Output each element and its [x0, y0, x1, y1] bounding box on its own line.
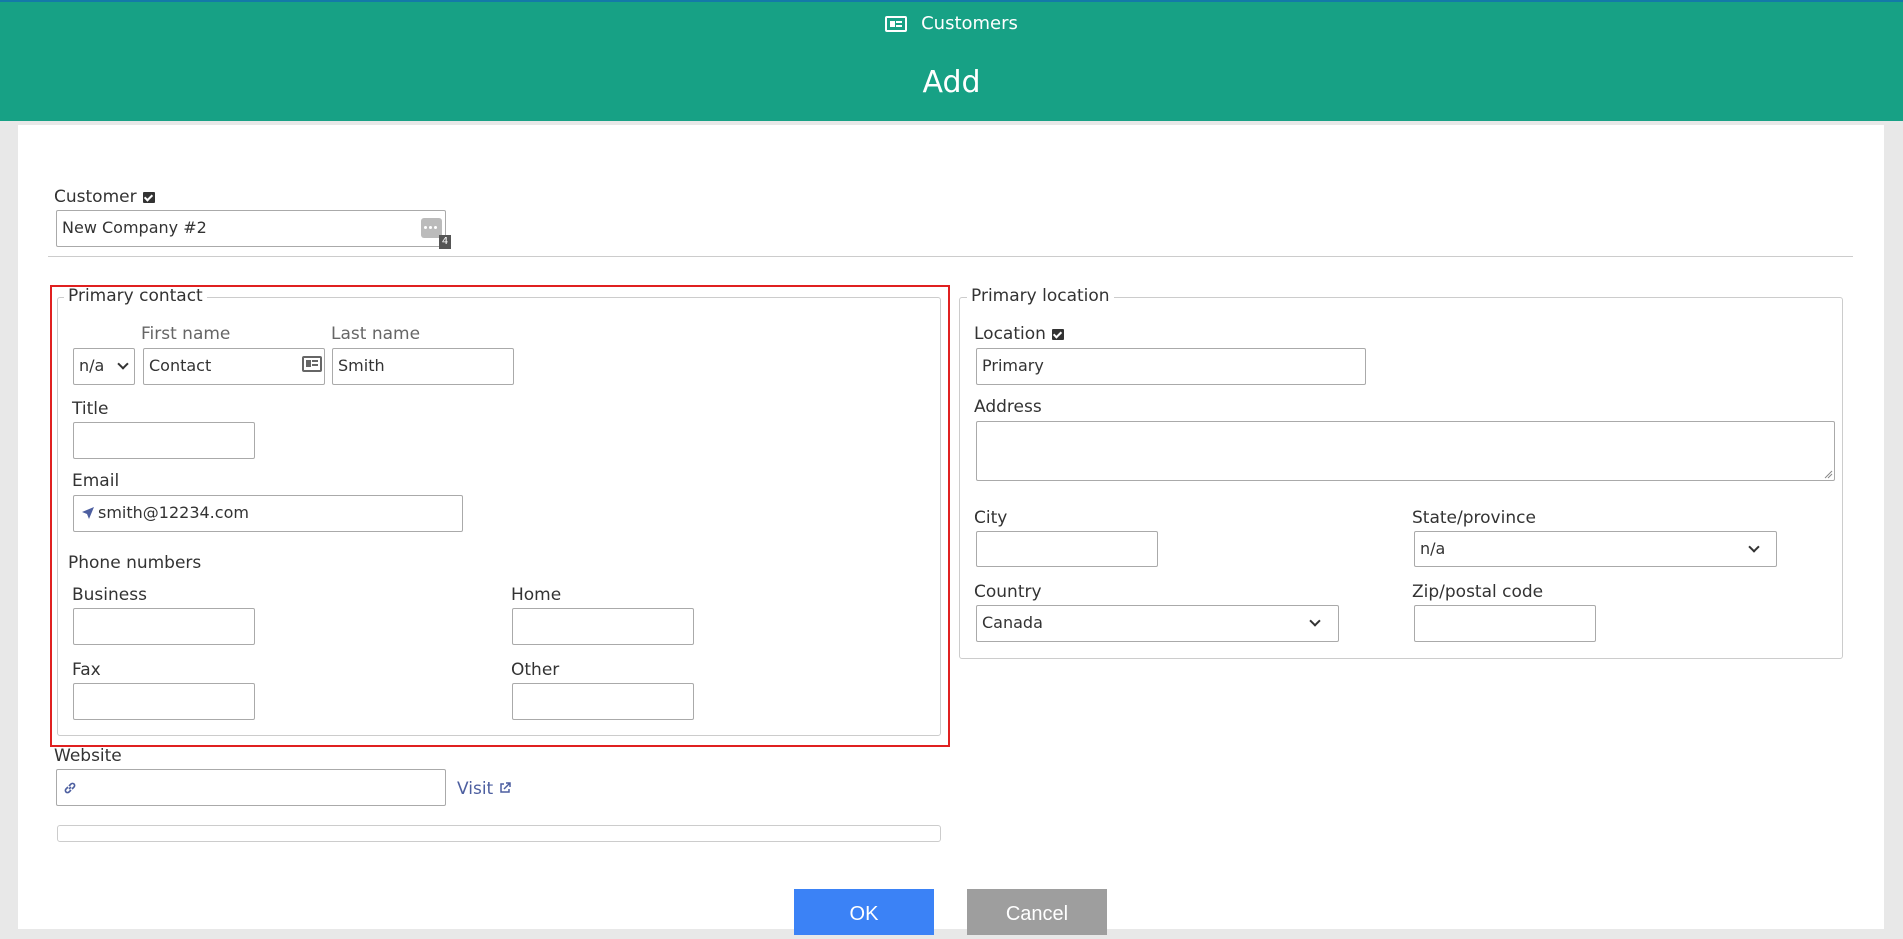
- address-label: Address: [974, 397, 1042, 417]
- contact-card-icon: [885, 15, 908, 32]
- visit-link[interactable]: Visit: [457, 779, 511, 799]
- external-link-icon: [499, 782, 511, 793]
- zip-postal-input[interactable]: [1414, 605, 1596, 642]
- zip-postal-label: Zip/postal code: [1412, 582, 1544, 602]
- breadcrumb-customers[interactable]: Customers: [921, 13, 1018, 34]
- website-label: Website: [54, 746, 122, 766]
- required-check-icon: [1051, 328, 1064, 340]
- resize-handle-icon[interactable]: [1823, 469, 1833, 479]
- selection-highlight: [50, 285, 950, 747]
- city-input[interactable]: [976, 531, 1158, 567]
- breadcrumb[interactable]: Customers: [0, 13, 1903, 34]
- ok-button[interactable]: OK: [794, 889, 934, 935]
- page-title: Add: [922, 65, 981, 100]
- app-header: Customers Add: [0, 0, 1903, 121]
- required-check-icon: [142, 191, 155, 203]
- city-label: City: [974, 508, 1008, 528]
- country-label: Country: [974, 582, 1042, 602]
- customer-input[interactable]: New Company #2: [56, 210, 446, 247]
- divider: [48, 256, 1853, 257]
- empty-fieldset: [57, 825, 941, 842]
- website-input[interactable]: [56, 769, 446, 806]
- country-select[interactable]: Canada: [976, 605, 1339, 642]
- location-label-text: Location: [974, 324, 1046, 344]
- customer-label: Customer: [54, 187, 155, 207]
- link-icon: [64, 782, 76, 794]
- visit-link-label[interactable]: Visit: [457, 779, 493, 799]
- address-textarea[interactable]: [976, 421, 1835, 481]
- state-province-label: State/province: [1412, 508, 1536, 528]
- location-label: Location: [974, 324, 1064, 344]
- cancel-button[interactable]: Cancel: [967, 889, 1107, 935]
- count-badge: 4: [439, 235, 451, 249]
- state-province-select[interactable]: n/a: [1414, 531, 1777, 567]
- primary-location-legend: Primary location: [967, 286, 1114, 306]
- customer-label-text: Customer: [54, 187, 137, 207]
- location-input[interactable]: Primary: [976, 348, 1366, 385]
